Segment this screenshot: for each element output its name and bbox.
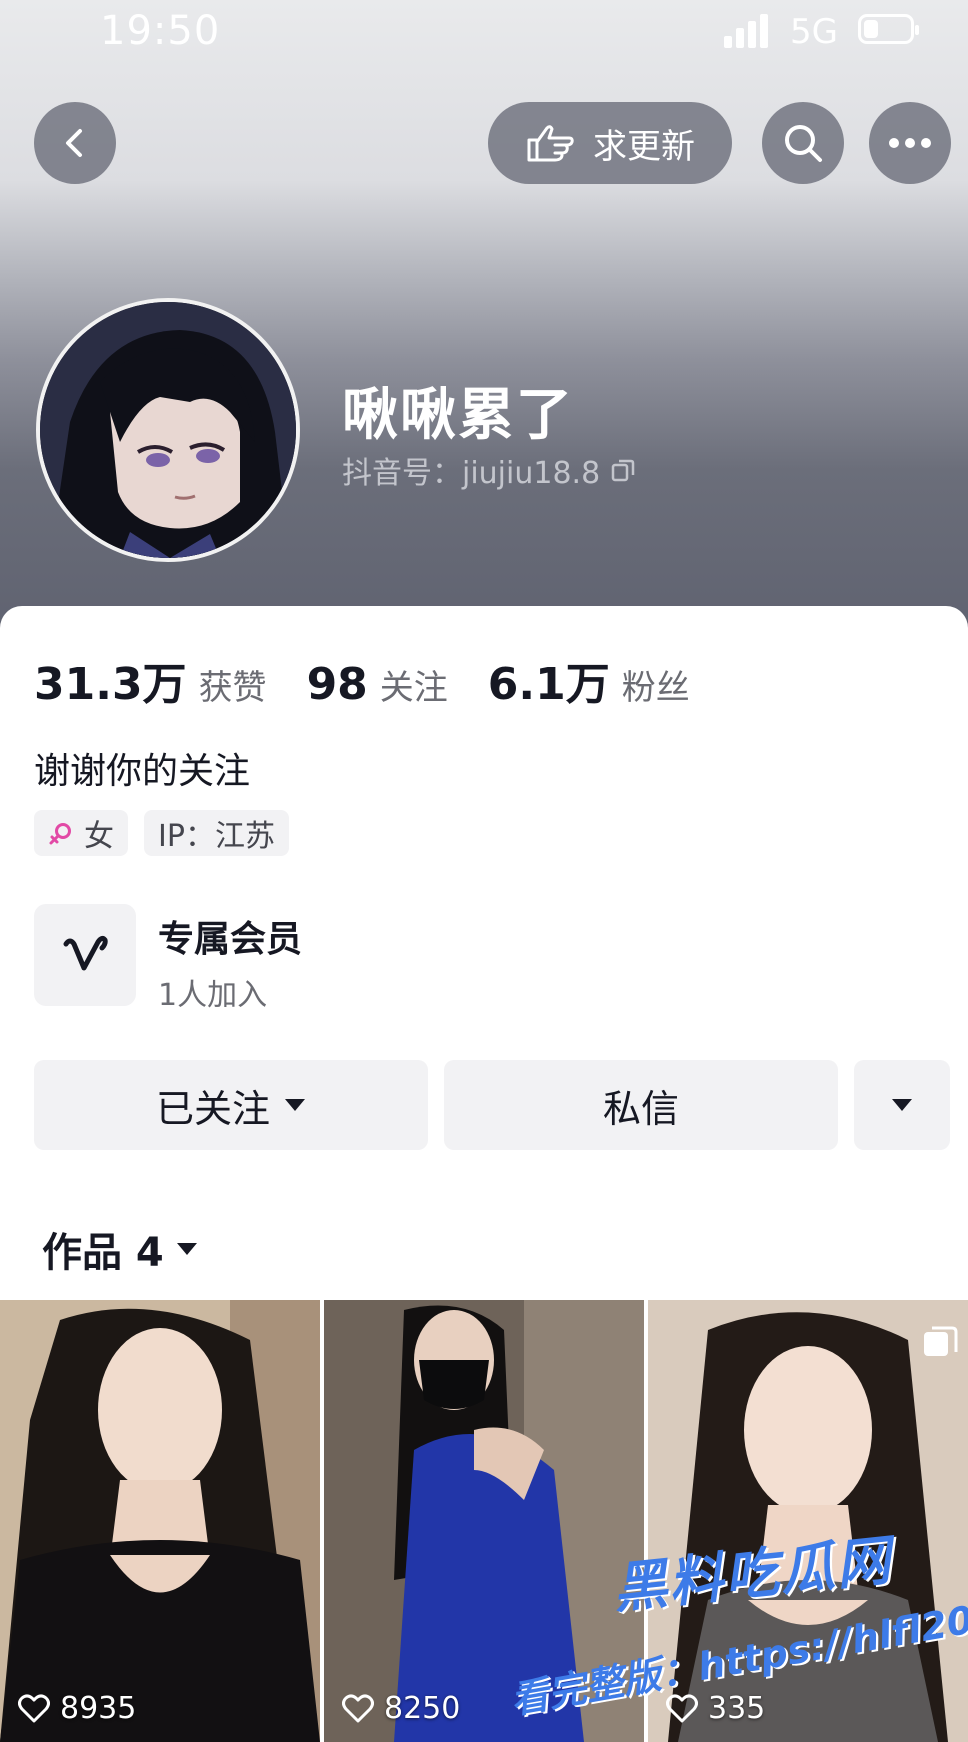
following-button[interactable]: 已关注 bbox=[34, 1060, 428, 1150]
ip-location-label: IP：江苏 bbox=[158, 819, 275, 854]
video-thumbnail-image bbox=[0, 1300, 320, 1742]
stat-likes-label: 获赞 bbox=[198, 668, 267, 708]
caret-down-icon bbox=[285, 1099, 305, 1111]
search-button[interactable] bbox=[762, 102, 844, 184]
more-actions-button[interactable] bbox=[854, 1060, 950, 1150]
status-time: 19:50 bbox=[100, 8, 221, 54]
stat-likes[interactable]: 31.3万 获赞 bbox=[34, 648, 267, 712]
membership-icon-box[interactable] bbox=[34, 904, 136, 1006]
stat-followers-count: 6.1万 bbox=[487, 659, 610, 710]
v-logo-icon bbox=[63, 935, 108, 971]
copy-icon bbox=[611, 459, 635, 482]
more-dots-icon bbox=[889, 138, 931, 148]
like-count: 8250 bbox=[342, 1691, 460, 1726]
works-title-label: 作品 4 bbox=[42, 1230, 164, 1276]
profile-tags: 女 IP：江苏 bbox=[34, 810, 289, 856]
heart-outline-icon bbox=[666, 1693, 698, 1722]
back-button[interactable] bbox=[34, 102, 116, 184]
following-label: 已关注 bbox=[155, 1086, 270, 1131]
membership-subtitle: 1人加入 bbox=[158, 978, 268, 1013]
more-button[interactable] bbox=[869, 102, 951, 184]
works-tab[interactable]: 作品 4 bbox=[42, 1220, 198, 1278]
works-grid: 8935 8250 335 bbox=[0, 1300, 968, 1742]
membership-title[interactable]: 专属会员 bbox=[158, 910, 302, 962]
female-icon bbox=[49, 823, 71, 845]
username: 啾啾累了 bbox=[342, 383, 574, 448]
heart-outline-icon bbox=[342, 1693, 374, 1722]
like-count-value: 8250 bbox=[384, 1691, 461, 1726]
request-update-button[interactable]: 求更新 bbox=[488, 102, 732, 184]
heart-outline-icon bbox=[18, 1693, 50, 1722]
stat-following-label: 关注 bbox=[379, 668, 448, 708]
caret-down-icon bbox=[176, 1243, 197, 1255]
like-count: 8935 bbox=[18, 1691, 136, 1726]
chevron-left-icon bbox=[66, 129, 82, 157]
message-button[interactable]: 私信 bbox=[444, 1060, 838, 1150]
message-label: 私信 bbox=[602, 1086, 679, 1131]
douyin-id-text: 抖音号：jiujiu18.8 bbox=[342, 456, 601, 491]
stat-followers[interactable]: 6.1万 粉丝 bbox=[488, 648, 690, 712]
caret-down-icon bbox=[892, 1099, 912, 1111]
profile-bio: 谢谢你的关注 bbox=[34, 751, 251, 792]
multi-image-icon bbox=[924, 1326, 958, 1356]
profile-stats: 31.3万 获赞 98 关注 6.1万 粉丝 bbox=[34, 648, 690, 712]
pointing-hand-icon bbox=[527, 125, 574, 162]
battery-icon bbox=[858, 14, 919, 44]
stat-following-count: 98 bbox=[306, 659, 368, 710]
gender-tag: 女 bbox=[34, 810, 128, 856]
like-count: 335 bbox=[666, 1691, 765, 1726]
avatar[interactable] bbox=[36, 298, 300, 562]
request-update-label: 求更新 bbox=[593, 126, 695, 167]
douyin-id[interactable]: 抖音号：jiujiu18.8 bbox=[342, 448, 636, 492]
ip-location-tag: IP：江苏 bbox=[144, 810, 289, 856]
stat-likes-count: 31.3万 bbox=[34, 659, 187, 710]
stat-followers-label: 粉丝 bbox=[621, 668, 690, 708]
video-thumbnail[interactable]: 8935 bbox=[0, 1300, 320, 1742]
network-type: 5G bbox=[790, 12, 838, 52]
gender-label: 女 bbox=[84, 819, 114, 854]
avatar-anime-girl-image bbox=[40, 302, 296, 558]
stat-following[interactable]: 98 关注 bbox=[307, 659, 448, 710]
like-count-value: 335 bbox=[708, 1691, 766, 1726]
search-icon bbox=[785, 125, 822, 162]
signal-icon bbox=[724, 14, 774, 48]
like-count-value: 8935 bbox=[60, 1691, 137, 1726]
